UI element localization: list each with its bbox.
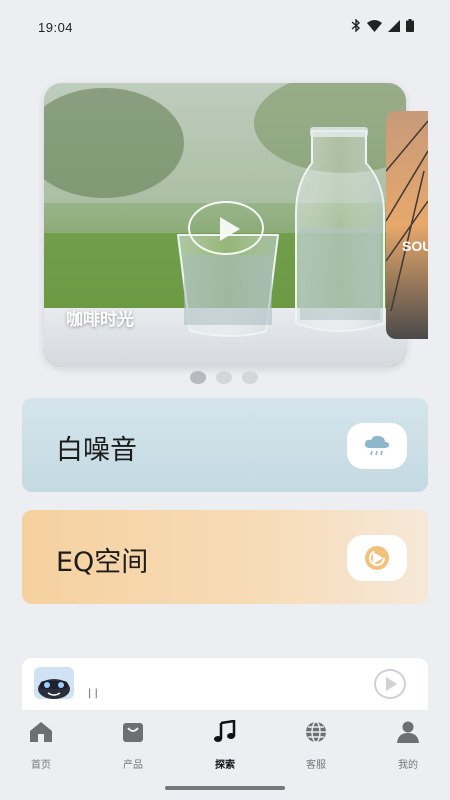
carousel-dot[interactable]	[242, 371, 258, 384]
carousel-dot[interactable]	[216, 371, 232, 384]
slide-next-title: SOU	[402, 238, 428, 254]
rain-cloud-icon	[364, 435, 390, 456]
carousel-pagination	[190, 371, 258, 384]
video-play-icon[interactable]	[188, 201, 264, 255]
mini-player[interactable]: | |	[22, 658, 428, 710]
status-time: 19:04	[38, 20, 74, 35]
track-cover-thumbnail	[34, 667, 74, 699]
white-noise-icon-button[interactable]	[347, 423, 407, 469]
nav-item-explore[interactable]: 探索	[185, 716, 265, 771]
nav-label-explore: 探索	[215, 760, 235, 771]
white-noise-label: 白噪音	[56, 435, 137, 466]
person-icon	[397, 721, 419, 743]
signal-icon	[388, 19, 400, 32]
nav-label-mine: 我的	[398, 760, 418, 771]
nav-label-service: 客服	[306, 760, 326, 771]
eq-space-card[interactable]: EQ空间	[22, 510, 428, 604]
carousel-slide-next[interactable]: SOU	[386, 111, 428, 339]
white-noise-card[interactable]: 白噪音	[22, 398, 428, 492]
mini-player-play-button[interactable]	[374, 669, 406, 699]
play-circle-icon	[365, 546, 389, 570]
bluetooth-icon	[351, 19, 361, 32]
nav-item-home[interactable]: 首页	[1, 716, 81, 771]
carousel-dot[interactable]	[190, 371, 206, 384]
slide-next-photo	[386, 111, 428, 339]
home-icon	[30, 722, 52, 742]
status-icons	[351, 19, 414, 32]
carousel-slide-coffee[interactable]: 咖啡时光	[44, 83, 406, 367]
bag-icon	[123, 723, 143, 742]
eq-icon-button[interactable]	[347, 535, 407, 581]
eq-space-label: EQ空间	[56, 547, 149, 578]
nav-item-mine[interactable]: 我的	[368, 716, 448, 771]
nav-item-product[interactable]: 产品	[93, 716, 173, 771]
nav-label-product: 产品	[123, 760, 143, 771]
home-indicator[interactable]	[165, 786, 285, 790]
battery-icon	[406, 19, 414, 32]
banner-carousel[interactable]: 咖啡时光 SOU	[0, 80, 450, 375]
track-title: | |	[88, 688, 98, 699]
status-bar: 19:04	[0, 0, 450, 56]
globe-icon	[306, 721, 326, 743]
nav-item-service[interactable]: 客服	[276, 716, 356, 771]
slide-title: 咖啡时光	[66, 310, 134, 330]
music-note-icon	[214, 720, 236, 742]
wifi-icon	[367, 19, 382, 32]
nav-label-home: 首页	[31, 760, 51, 771]
